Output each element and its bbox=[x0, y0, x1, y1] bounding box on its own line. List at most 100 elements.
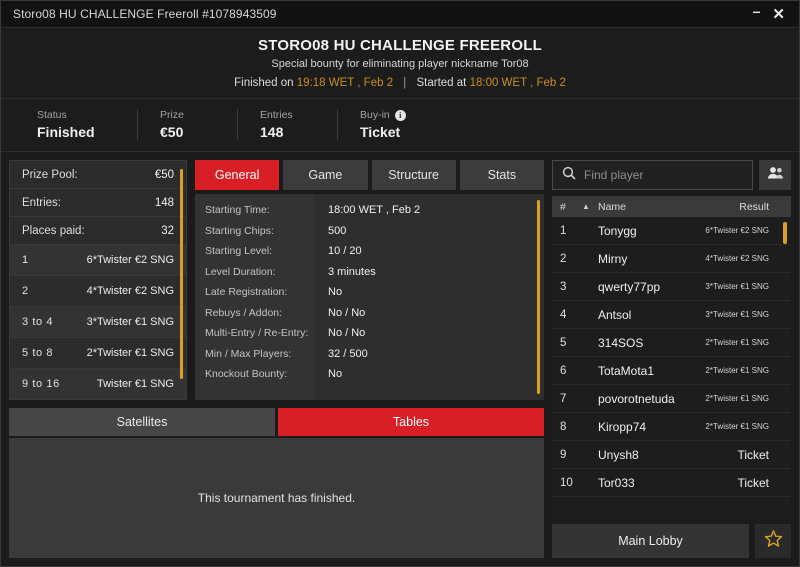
stat-entries: Entries 148 bbox=[237, 109, 337, 140]
general-label: Level Duration: bbox=[205, 265, 276, 278]
table-row[interactable]: 7 povorotnetuda 2*Twister €1 SNG bbox=[552, 385, 791, 413]
left-column: Prize Pool: €50 Entries: 148 Places paid… bbox=[9, 160, 544, 558]
prize-pool-label: Prize Pool: bbox=[22, 168, 78, 181]
table-row[interactable]: 8 Kiropp74 2*Twister €1 SNG bbox=[552, 413, 791, 441]
main-lobby-button[interactable]: Main Lobby bbox=[552, 524, 749, 558]
general-label: Late Registration: bbox=[205, 286, 288, 298]
column-header-name[interactable]: Name bbox=[598, 201, 739, 213]
general-label: Multi-Entry / Re-Entry: bbox=[205, 327, 309, 339]
table-row[interactable]: 10 Tor033 Ticket bbox=[552, 469, 791, 497]
tables-content: This tournament has finished. bbox=[9, 438, 544, 558]
favourite-button[interactable] bbox=[755, 524, 791, 558]
general-label: Knockout Bounty: bbox=[205, 368, 288, 380]
player-rank: 6 bbox=[560, 364, 567, 377]
table-row[interactable]: 2 Mirny 4*Twister €2 SNG bbox=[552, 245, 791, 273]
player-name: Kiropp74 bbox=[598, 419, 647, 434]
table-row[interactable]: 1 Tonygg 6*Twister €2 SNG bbox=[552, 217, 791, 245]
general-value: 18:00 WET , Feb 2 bbox=[328, 204, 421, 216]
tab-stats[interactable]: Stats bbox=[459, 160, 544, 190]
table-row[interactable]: 5 314SOS 2*Twister €1 SNG bbox=[552, 329, 791, 357]
payout-place: 9 to 16 bbox=[22, 378, 60, 390]
close-icon[interactable]: ✕ bbox=[772, 7, 785, 22]
player-name: Antsol bbox=[598, 307, 632, 322]
places-paid-label: Places paid: bbox=[22, 224, 85, 237]
stat-prize-label: Prize bbox=[160, 109, 184, 121]
table-row[interactable]: 6 TotaMota1 2*Twister €1 SNG bbox=[552, 357, 791, 385]
column-header-result[interactable]: Result bbox=[739, 201, 783, 213]
prize-summary-row: Places paid: 32 bbox=[10, 217, 186, 245]
payout-place: 5 to 8 bbox=[22, 347, 54, 359]
general-label: Starting Level: bbox=[205, 245, 273, 257]
tab-game[interactable]: Game bbox=[283, 160, 368, 190]
prize-pool-value: €50 bbox=[154, 168, 174, 181]
tab-bar: General Game Structure Stats bbox=[195, 160, 544, 190]
time-separator: | bbox=[403, 77, 407, 89]
general-scrollbar-thumb[interactable] bbox=[537, 200, 540, 394]
table-row[interactable]: 9 Unysh8 Ticket bbox=[552, 441, 791, 469]
stat-entries-label: Entries bbox=[260, 109, 293, 121]
player-search-row bbox=[552, 160, 791, 190]
prize-summary-row: Prize Pool: €50 bbox=[10, 161, 186, 189]
places-paid-value: 32 bbox=[161, 224, 174, 237]
player-result: 2*Twister €1 SNG bbox=[705, 394, 769, 403]
player-result: Ticket bbox=[737, 447, 769, 462]
stat-status: Status Finished bbox=[37, 109, 137, 140]
tab-satellites[interactable]: Satellites bbox=[9, 408, 275, 436]
title-bar: Storo08 HU CHALLENGE Freeroll #107894350… bbox=[1, 1, 799, 28]
player-rank: 1 bbox=[560, 224, 567, 237]
payout-prize: 4*Twister €2 SNG bbox=[86, 285, 174, 297]
players-scrollbar-thumb[interactable] bbox=[783, 222, 787, 244]
player-name: qwerty77pp bbox=[598, 279, 661, 294]
stat-buyin-value: Ticket bbox=[360, 124, 401, 140]
general-label: Starting Chips: bbox=[205, 224, 274, 237]
prize-scrollbar[interactable] bbox=[180, 169, 183, 379]
sort-ascending-icon[interactable]: ▲ bbox=[582, 202, 598, 211]
people-icon bbox=[767, 166, 784, 184]
search-input[interactable] bbox=[584, 168, 743, 182]
column-header-number[interactable]: # bbox=[560, 201, 582, 213]
general-value: No / No bbox=[328, 327, 366, 339]
info-icon[interactable]: i bbox=[394, 109, 406, 121]
stat-prize-value: €50 bbox=[160, 124, 184, 140]
prize-summary-row: Entries: 148 bbox=[10, 189, 186, 217]
table-row[interactable]: 3 qwerty77pp 3*Twister €1 SNG bbox=[552, 273, 791, 301]
general-value: No / No bbox=[328, 306, 366, 319]
tab-tables[interactable]: Tables bbox=[278, 408, 544, 436]
general-value: 32 / 500 bbox=[328, 347, 368, 360]
payout-prize: 3*Twister €1 SNG bbox=[86, 316, 174, 328]
player-rank: 2 bbox=[560, 252, 567, 265]
window-controls: – ✕ bbox=[753, 4, 791, 22]
player-result: 4*Twister €2 SNG bbox=[705, 254, 769, 263]
tables-section: Satellites Tables This tournament has fi… bbox=[9, 408, 544, 558]
tournament-finished-message: This tournament has finished. bbox=[197, 491, 356, 505]
player-rank: 4 bbox=[560, 308, 567, 321]
payout-place: 2 bbox=[22, 285, 29, 297]
payout-row: 2 4*Twister €2 SNG bbox=[10, 276, 186, 307]
tab-general[interactable]: General bbox=[195, 160, 280, 190]
table-row[interactable]: 4 Antsol 3*Twister €1 SNG bbox=[552, 301, 791, 329]
payout-prize: 6*Twister €2 SNG bbox=[86, 254, 174, 266]
minimize-icon[interactable]: – bbox=[753, 4, 761, 18]
payout-row: 5 to 8 2*Twister €1 SNG bbox=[10, 338, 186, 369]
started-label: Started at bbox=[416, 77, 467, 89]
player-name: Unysh8 bbox=[598, 447, 639, 462]
tab-structure[interactable]: Structure bbox=[371, 160, 456, 190]
status-badge: Finished bbox=[37, 124, 95, 140]
players-list-toggle-button[interactable] bbox=[759, 160, 791, 190]
prize-scrollbar-thumb[interactable] bbox=[180, 169, 183, 379]
prize-entries-value: 148 bbox=[154, 196, 174, 209]
tournament-subtitle: Special bounty for eliminating player ni… bbox=[271, 58, 529, 70]
player-result: 3*Twister €1 SNG bbox=[705, 310, 769, 319]
player-result: 3*Twister €1 SNG bbox=[705, 282, 769, 291]
search-box[interactable] bbox=[552, 160, 753, 190]
player-name: Tor033 bbox=[598, 475, 635, 490]
general-scrollbar[interactable] bbox=[537, 200, 540, 394]
prize-pool-panel: Prize Pool: €50 Entries: 148 Places paid… bbox=[9, 160, 187, 400]
player-name: 314SOS bbox=[598, 335, 644, 350]
stat-entries-value: 148 bbox=[260, 124, 284, 140]
left-top-row: Prize Pool: €50 Entries: 148 Places paid… bbox=[9, 160, 544, 400]
page-title: STORO08 HU CHALLENGE FREEROLL bbox=[258, 37, 542, 54]
lobby-body: Prize Pool: €50 Entries: 148 Places paid… bbox=[1, 152, 799, 566]
player-rank: 5 bbox=[560, 336, 567, 349]
player-rank: 10 bbox=[560, 476, 573, 489]
